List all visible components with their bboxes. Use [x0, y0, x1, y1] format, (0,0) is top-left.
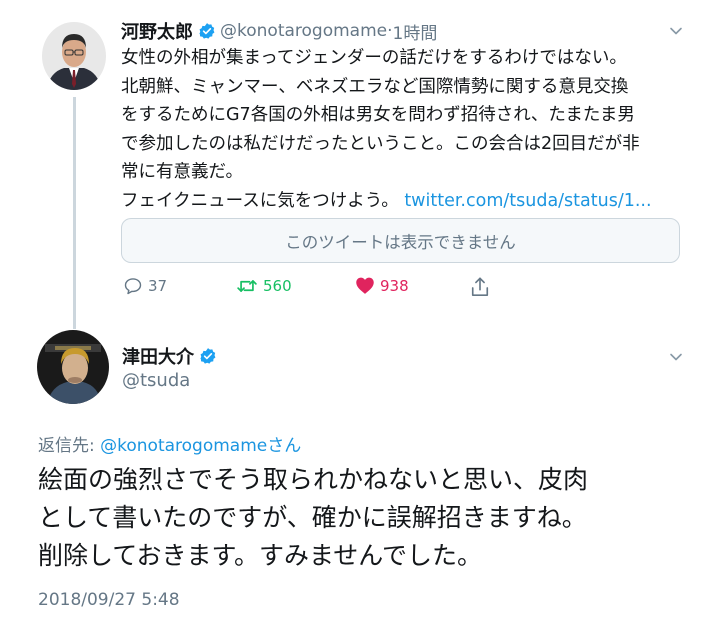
replying-to-label: 返信先:: [38, 436, 95, 456]
avatar-kono[interactable]: [42, 22, 106, 90]
reply-author-name[interactable]: 津田大介: [122, 343, 194, 369]
retweet-button[interactable]: 560: [236, 276, 292, 296]
original-tweet-header: 河野太郎 @konotarogomame · 1時間: [121, 18, 437, 44]
quoted-tweet-link[interactable]: twitter.com/tsuda/status/1...: [404, 191, 651, 211]
avatar-kono-image: [42, 22, 106, 90]
reply-author-handle[interactable]: @tsuda: [122, 370, 190, 391]
reply-text-line: 絵面の強烈さでそう取られかねないと思い、皮肉: [38, 465, 589, 494]
reply-timestamp[interactable]: 2018/09/27 5:48: [38, 590, 180, 610]
like-count: 938: [380, 276, 409, 295]
retweet-count: 560: [263, 277, 292, 295]
replying-to-line: 返信先: @konotarogomameさん: [38, 431, 301, 456]
replying-to-suffix: さん: [267, 436, 302, 456]
original-tweet-text: 女性の外相が集まってジェンダーの話だけをするわけではない。 北朝鮮、ミャンマー、…: [121, 44, 701, 215]
chevron-down-icon[interactable]: [669, 24, 683, 38]
author-name[interactable]: 河野太郎: [121, 18, 193, 44]
retweet-icon: [237, 280, 257, 292]
tweet-text-line-with-link: フェイクニュースに気をつけよう。 twitter.com/tsuda/statu…: [121, 187, 701, 216]
tweet-text-line: 女性の外相が集まってジェンダーの話だけをするわけではない。: [121, 48, 627, 68]
tweet-action-bar: 37 560 938: [0, 276, 715, 304]
tweet-time[interactable]: 1時間: [393, 19, 438, 44]
share-button[interactable]: [470, 276, 495, 298]
replying-to-handle: @konotarogomame: [100, 436, 268, 456]
unavailable-tweet-notice: このツイートは表示できません: [121, 218, 680, 263]
tweet-text-line: をするためにG7各国の外相は男女を問わず招待され、たまたま男: [121, 105, 635, 125]
reply-icon: [124, 278, 142, 295]
heart-icon: [356, 277, 374, 294]
tweet-text-line: 常に有意義だ。: [121, 162, 243, 182]
reply-tweet-text: 絵面の強烈さでそう取られかねないと思い、皮肉 として書いたのですが、確かに誤解招…: [38, 461, 698, 575]
tweet-text-line: 北朝鮮、ミャンマー、ベネズエラなど国際情勢に関する意見交換: [121, 76, 629, 97]
replying-to-handle-link[interactable]: @konotarogomameさん: [100, 436, 301, 456]
reply-button[interactable]: 37: [123, 276, 167, 296]
reply-tweet-header: 津田大介: [122, 343, 221, 369]
avatar-tsuda[interactable]: [37, 330, 109, 404]
like-button[interactable]: 938: [355, 276, 409, 295]
reply-text-line: として書いたのですが、確かに誤解招きますね。: [38, 503, 587, 532]
tweet-text-last-line: フェイクニュースに気をつけよう。: [121, 190, 399, 211]
tweet-text-line: で参加したのは私だけだったということ。この会合は2回目だが非: [121, 133, 640, 154]
verified-badge-icon: [199, 23, 215, 39]
author-handle[interactable]: @konotarogomame: [220, 21, 387, 41]
avatar-tsuda-image: [37, 330, 109, 404]
chevron-down-icon[interactable]: [669, 350, 683, 364]
unavailable-tweet-label: このツイートは表示できません: [285, 232, 516, 252]
share-icon: [471, 277, 489, 296]
reply-count: 37: [148, 277, 168, 295]
reply-text-line: 削除しておきます。すみませんでした。: [38, 541, 483, 570]
verified-badge-icon: [200, 348, 216, 364]
